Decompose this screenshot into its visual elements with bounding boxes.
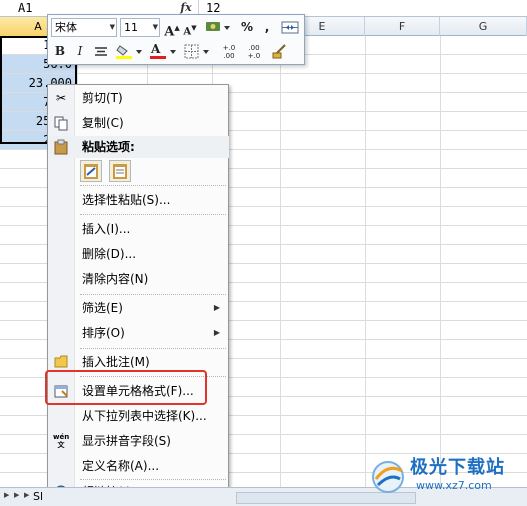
font-size-select[interactable]: 11 ▼ [120,18,160,37]
fill-color-button[interactable] [114,42,144,61]
font-size-value: 11 [124,21,138,34]
sheet-tab[interactable]: Sl [33,488,47,506]
menu-item-cut[interactable]: ✂ 剪切(T) [48,86,228,110]
menu-item-clear-contents[interactable]: 清除内容(N) [48,267,228,291]
menu-item-label: 删除(D)... [82,247,137,261]
menu-item-label: 显示拼音字段(S) [82,434,171,448]
menu-item-insert[interactable]: 插入(I)... [48,217,228,241]
watermark: 极光下载站 www.xz7.com [368,453,527,501]
paste-options-header: 粘贴选项: [49,136,229,158]
decrease-decimal-button[interactable]: .00 +.0 [243,42,265,61]
menu-item-label: 插入(I)... [82,222,131,236]
paste-values-icon[interactable] [109,160,131,182]
increase-font-size-button[interactable]: A▲ [164,18,180,40]
format-painter-button[interactable] [270,42,290,61]
menu-item-define-name[interactable]: 定义名称(A)... [48,454,228,478]
menu-separator [80,348,226,349]
font-color-letter: A [151,42,161,56]
menu-separator [80,185,226,186]
menu-item-sort[interactable]: 排序(O) ▶ [48,321,228,345]
menu-item-pick-from-list[interactable]: 从下拉列表中选择(K)... [48,404,228,428]
column-header-f[interactable]: F [365,17,440,36]
fill-color-icon [116,45,142,59]
menu-item-copy[interactable]: 复制(C) [48,111,228,135]
italic-button[interactable]: I [72,42,88,61]
paste-all-icon[interactable] [80,160,102,182]
highlight-annotation [45,370,207,405]
context-menu: ✂ 剪切(T) 复制(C) 粘贴选项: 选择性粘贴(S)... 插入(I)...… [47,84,229,504]
comma-style-button[interactable]: , [260,18,274,37]
menu-item-label: 排序(O) [82,326,125,340]
menu-item-label: 选择性粘贴(S)... [82,193,171,207]
borders-icon [184,44,209,59]
menu-item-label: 筛选(E) [82,301,123,315]
menu-item-label: 定义名称(A)... [82,459,160,473]
column-header-g[interactable]: G [440,17,527,36]
accounting-format-icon [206,22,230,31]
percent-style-button[interactable]: % [239,18,255,37]
bold-button[interactable]: B [52,42,68,61]
paste-options-label: 粘贴选项: [82,140,135,154]
merge-center-button[interactable] [280,18,300,37]
format-painter-icon [272,44,286,59]
menu-item-paste-special[interactable]: 选择性粘贴(S)... [48,188,228,212]
menu-item-delete[interactable]: 删除(D)... [48,242,228,266]
chevron-down-icon: ▼ [152,23,158,31]
font-name-value: 宋体 [55,21,77,34]
menu-item-label: 从下拉列表中选择(K)... [82,409,207,423]
mini-toolbar: 宋体 ▼ 11 ▼ A▲ A▼ % , B I A +.0 .00 .00 +.0 [47,14,305,65]
center-align-icon [95,47,107,56]
menu-item-label: 剪切(T) [82,91,123,105]
chevron-right-icon: ▶ [213,328,220,337]
scissors-icon: ✂ [55,91,67,105]
menu-separator [80,214,226,215]
menu-item-label: 复制(C) [82,116,124,130]
font-color-button[interactable]: A [148,42,178,61]
menu-item-filter[interactable]: 筛选(E) ▶ [48,296,228,320]
increase-font-icon: A [164,24,175,40]
decrease-font-size-button[interactable]: A▼ [183,18,197,37]
comment-icon [53,354,69,370]
center-align-button[interactable] [92,42,110,61]
merge-center-icon [281,21,299,34]
accounting-format-button[interactable] [203,18,231,37]
next-sheet-icon[interactable]: ▶ [24,491,29,499]
first-sheet-icon[interactable]: ▶ [4,491,9,499]
watermark-url: www.xz7.com [416,479,492,492]
chevron-down-icon: ▼ [109,23,115,31]
copy-icon [53,115,69,131]
clipboard-icon [53,139,69,162]
prev-sheet-icon[interactable]: ▶ [14,491,19,499]
phonetic-icon: wén 文 [53,433,70,449]
watermark-title: 极光下载站 [410,457,505,478]
chevron-right-icon: ▶ [213,303,220,312]
borders-button[interactable] [182,42,212,61]
font-name-select[interactable]: 宋体 ▼ [51,18,117,37]
menu-item-phonetic[interactable]: wén 文 显示拼音字段(S) [48,429,228,453]
watermark-logo-icon [372,461,404,493]
menu-item-label: 清除内容(N) [82,272,149,286]
menu-separator [80,294,226,295]
increase-decimal-button[interactable]: +.0 .00 [218,42,240,61]
